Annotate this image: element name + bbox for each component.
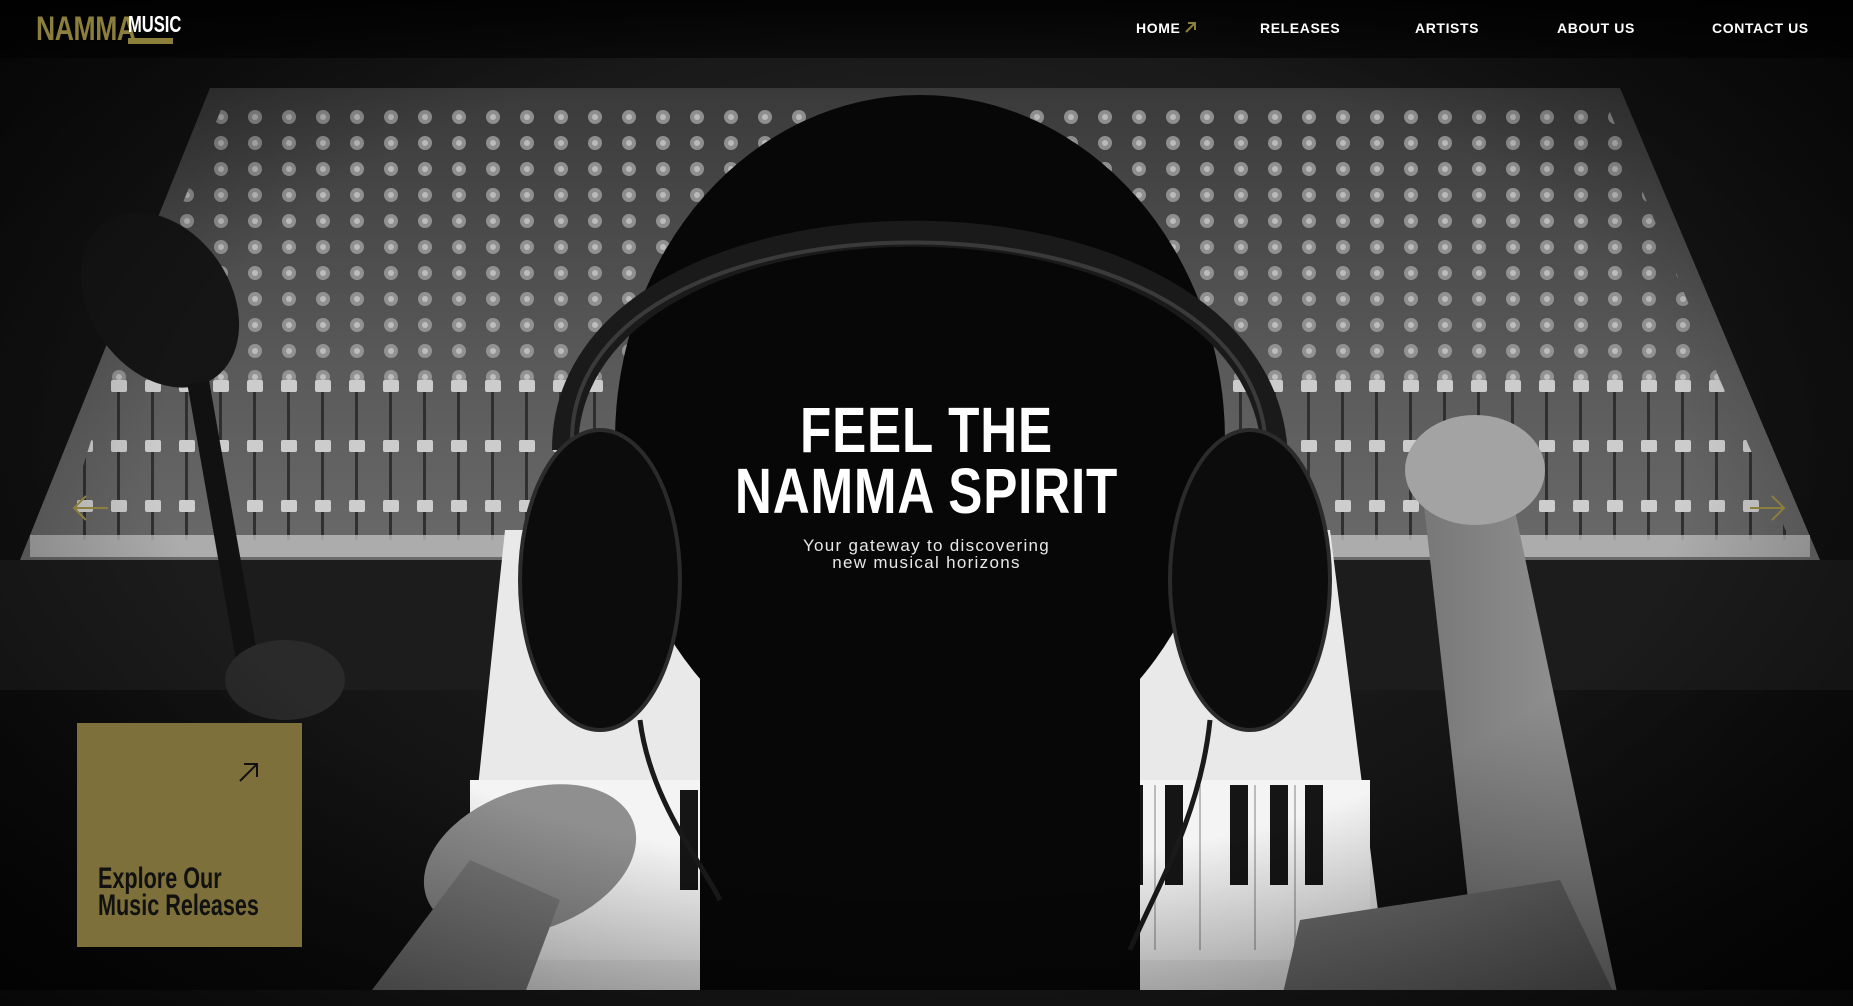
arrow-right-icon [1750, 495, 1786, 521]
card-heading-line1: Explore Our [98, 862, 222, 895]
hero-title-line2: NAMMA SPIRIT [734, 455, 1119, 527]
hero-title-line1: FEEL THE [800, 394, 1053, 466]
hero-subtitle-line2: new musical horizons [832, 553, 1021, 572]
arrow-up-right-icon [239, 763, 258, 782]
main-nav: HOME RELEASES ARTISTS ABOUT US CONTACT U… [0, 20, 1853, 40]
hero-title: FEEL THE NAMMA SPIRIT [0, 394, 1853, 527]
prev-slide-button[interactable] [70, 493, 110, 523]
nav-item-home[interactable]: HOME [1136, 20, 1180, 36]
card-heading-line2: Music Releases [98, 889, 259, 922]
nav-item-releases[interactable]: RELEASES [1260, 20, 1340, 36]
card-heading: Explore Our Music Releases [98, 862, 298, 922]
next-slide-button[interactable] [1748, 493, 1788, 523]
explore-releases-card[interactable]: Explore Our Music Releases [77, 723, 302, 947]
nav-item-contact-us[interactable]: CONTACT US [1712, 20, 1809, 36]
arrow-up-right-icon [1185, 22, 1196, 33]
arrow-left-icon [72, 495, 108, 521]
site-header: NAMMA MUSIC HOME RELEASES ARTISTS ABOUT … [0, 0, 1853, 58]
nav-item-artists[interactable]: ARTISTS [1415, 20, 1479, 36]
nav-item-about-us[interactable]: ABOUT US [1557, 20, 1635, 36]
